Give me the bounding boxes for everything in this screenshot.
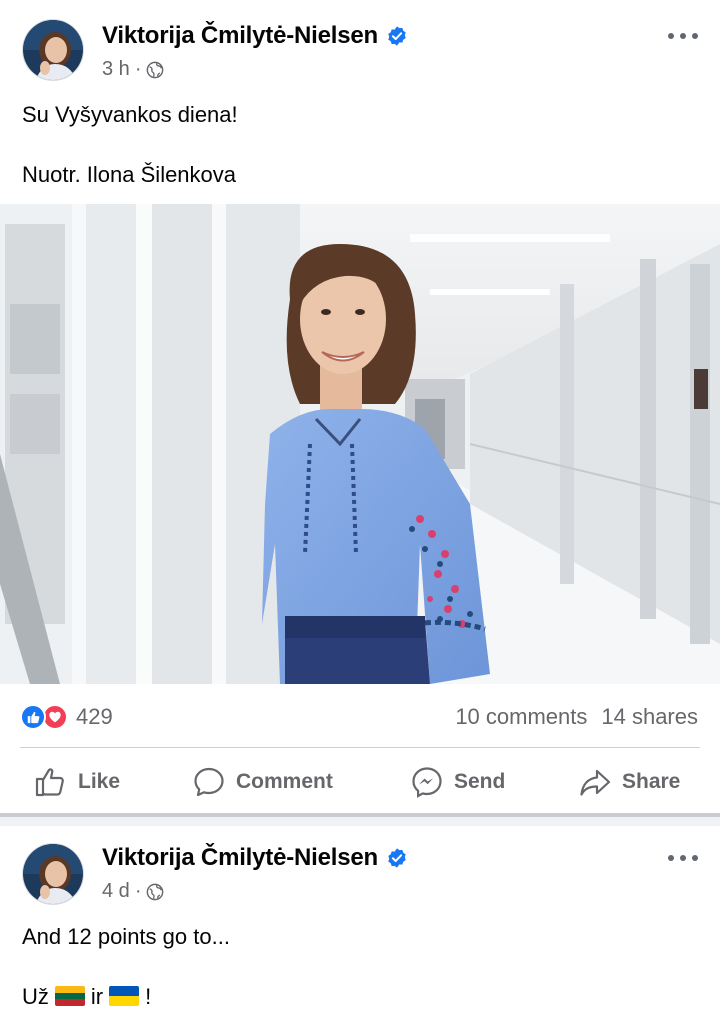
feed-post: Viktorija Čmilytė-Nielsen 3 h · Su Vyšyv… — [0, 0, 720, 813]
verified-badge-icon — [388, 26, 406, 46]
shares-count-link[interactable]: 14 shares — [601, 704, 698, 730]
author-avatar[interactable] — [22, 19, 84, 81]
globe-icon — [147, 61, 164, 78]
post-text-line: Su Vyšyvankos diena! — [22, 102, 238, 127]
like-button[interactable]: Like — [34, 762, 120, 802]
text-fragment: ir — [90, 984, 104, 1009]
more-dot-icon — [680, 33, 686, 39]
comments-count-link[interactable]: 10 comments — [455, 704, 587, 730]
more-dot-icon — [668, 33, 674, 39]
like-icon — [20, 704, 46, 730]
thumbs-up-icon — [35, 768, 64, 797]
post-actions-bar: Like Comment Send Share — [0, 752, 720, 810]
messenger-icon — [412, 767, 442, 798]
author-name-text[interactable]: Viktorija Čmilytė-Nielsen — [102, 844, 378, 872]
post-stats: 429 10 comments 14 shares — [0, 684, 720, 748]
meta-separator: · — [134, 58, 142, 80]
post-meta: 3 h · — [102, 58, 164, 81]
more-options-button[interactable] — [668, 850, 698, 866]
send-button[interactable]: Send — [410, 762, 505, 802]
feed-post: Viktorija Čmilytė-Nielsen 4 d · And 12 p… — [0, 826, 720, 1024]
post-text-line: And 12 points go to... — [22, 924, 230, 949]
text-fragment: ! — [145, 984, 152, 1009]
more-options-button[interactable] — [668, 28, 698, 44]
post-timestamp[interactable]: 3 h — [102, 58, 130, 81]
ukraine-flag-icon — [109, 986, 140, 1006]
divider — [20, 747, 700, 748]
post-text-line: Nuotr. Ilona Šilenkova — [22, 162, 237, 187]
text-fragment: Už — [22, 984, 49, 1009]
share-arrow-icon — [580, 769, 611, 796]
send-label: Send — [454, 770, 506, 793]
feed-separator — [0, 813, 720, 826]
share-label: Share — [622, 770, 681, 793]
post-text-line: Už ir! — [22, 984, 151, 1010]
author-avatar[interactable] — [22, 843, 84, 905]
post-timestamp[interactable]: 4 d — [102, 880, 130, 903]
meta-separator: · — [134, 880, 142, 902]
share-button[interactable]: Share — [578, 762, 680, 802]
author-name[interactable]: Viktorija Čmilytė-Nielsen — [102, 22, 408, 50]
author-name[interactable]: Viktorija Čmilytė-Nielsen — [102, 844, 408, 872]
more-dot-icon — [680, 855, 686, 861]
more-dot-icon — [668, 855, 674, 861]
author-name-text[interactable]: Viktorija Čmilytė-Nielsen — [102, 22, 378, 50]
lithuania-flag-icon — [54, 986, 85, 1006]
more-dot-icon — [692, 855, 698, 861]
globe-icon — [147, 883, 164, 900]
comment-button[interactable]: Comment — [192, 762, 333, 802]
reactions-summary[interactable]: 429 — [20, 704, 113, 730]
comment-bubble-icon — [194, 767, 224, 797]
engagement-counts: 10 comments 14 shares — [455, 704, 698, 730]
reaction-count: 429 — [76, 704, 113, 729]
post-meta: 4 d · — [102, 880, 164, 903]
post-photo[interactable] — [0, 204, 720, 684]
verified-badge-icon — [388, 848, 406, 868]
comment-label: Comment — [236, 770, 333, 793]
like-label: Like — [78, 770, 121, 793]
more-dot-icon — [692, 33, 698, 39]
